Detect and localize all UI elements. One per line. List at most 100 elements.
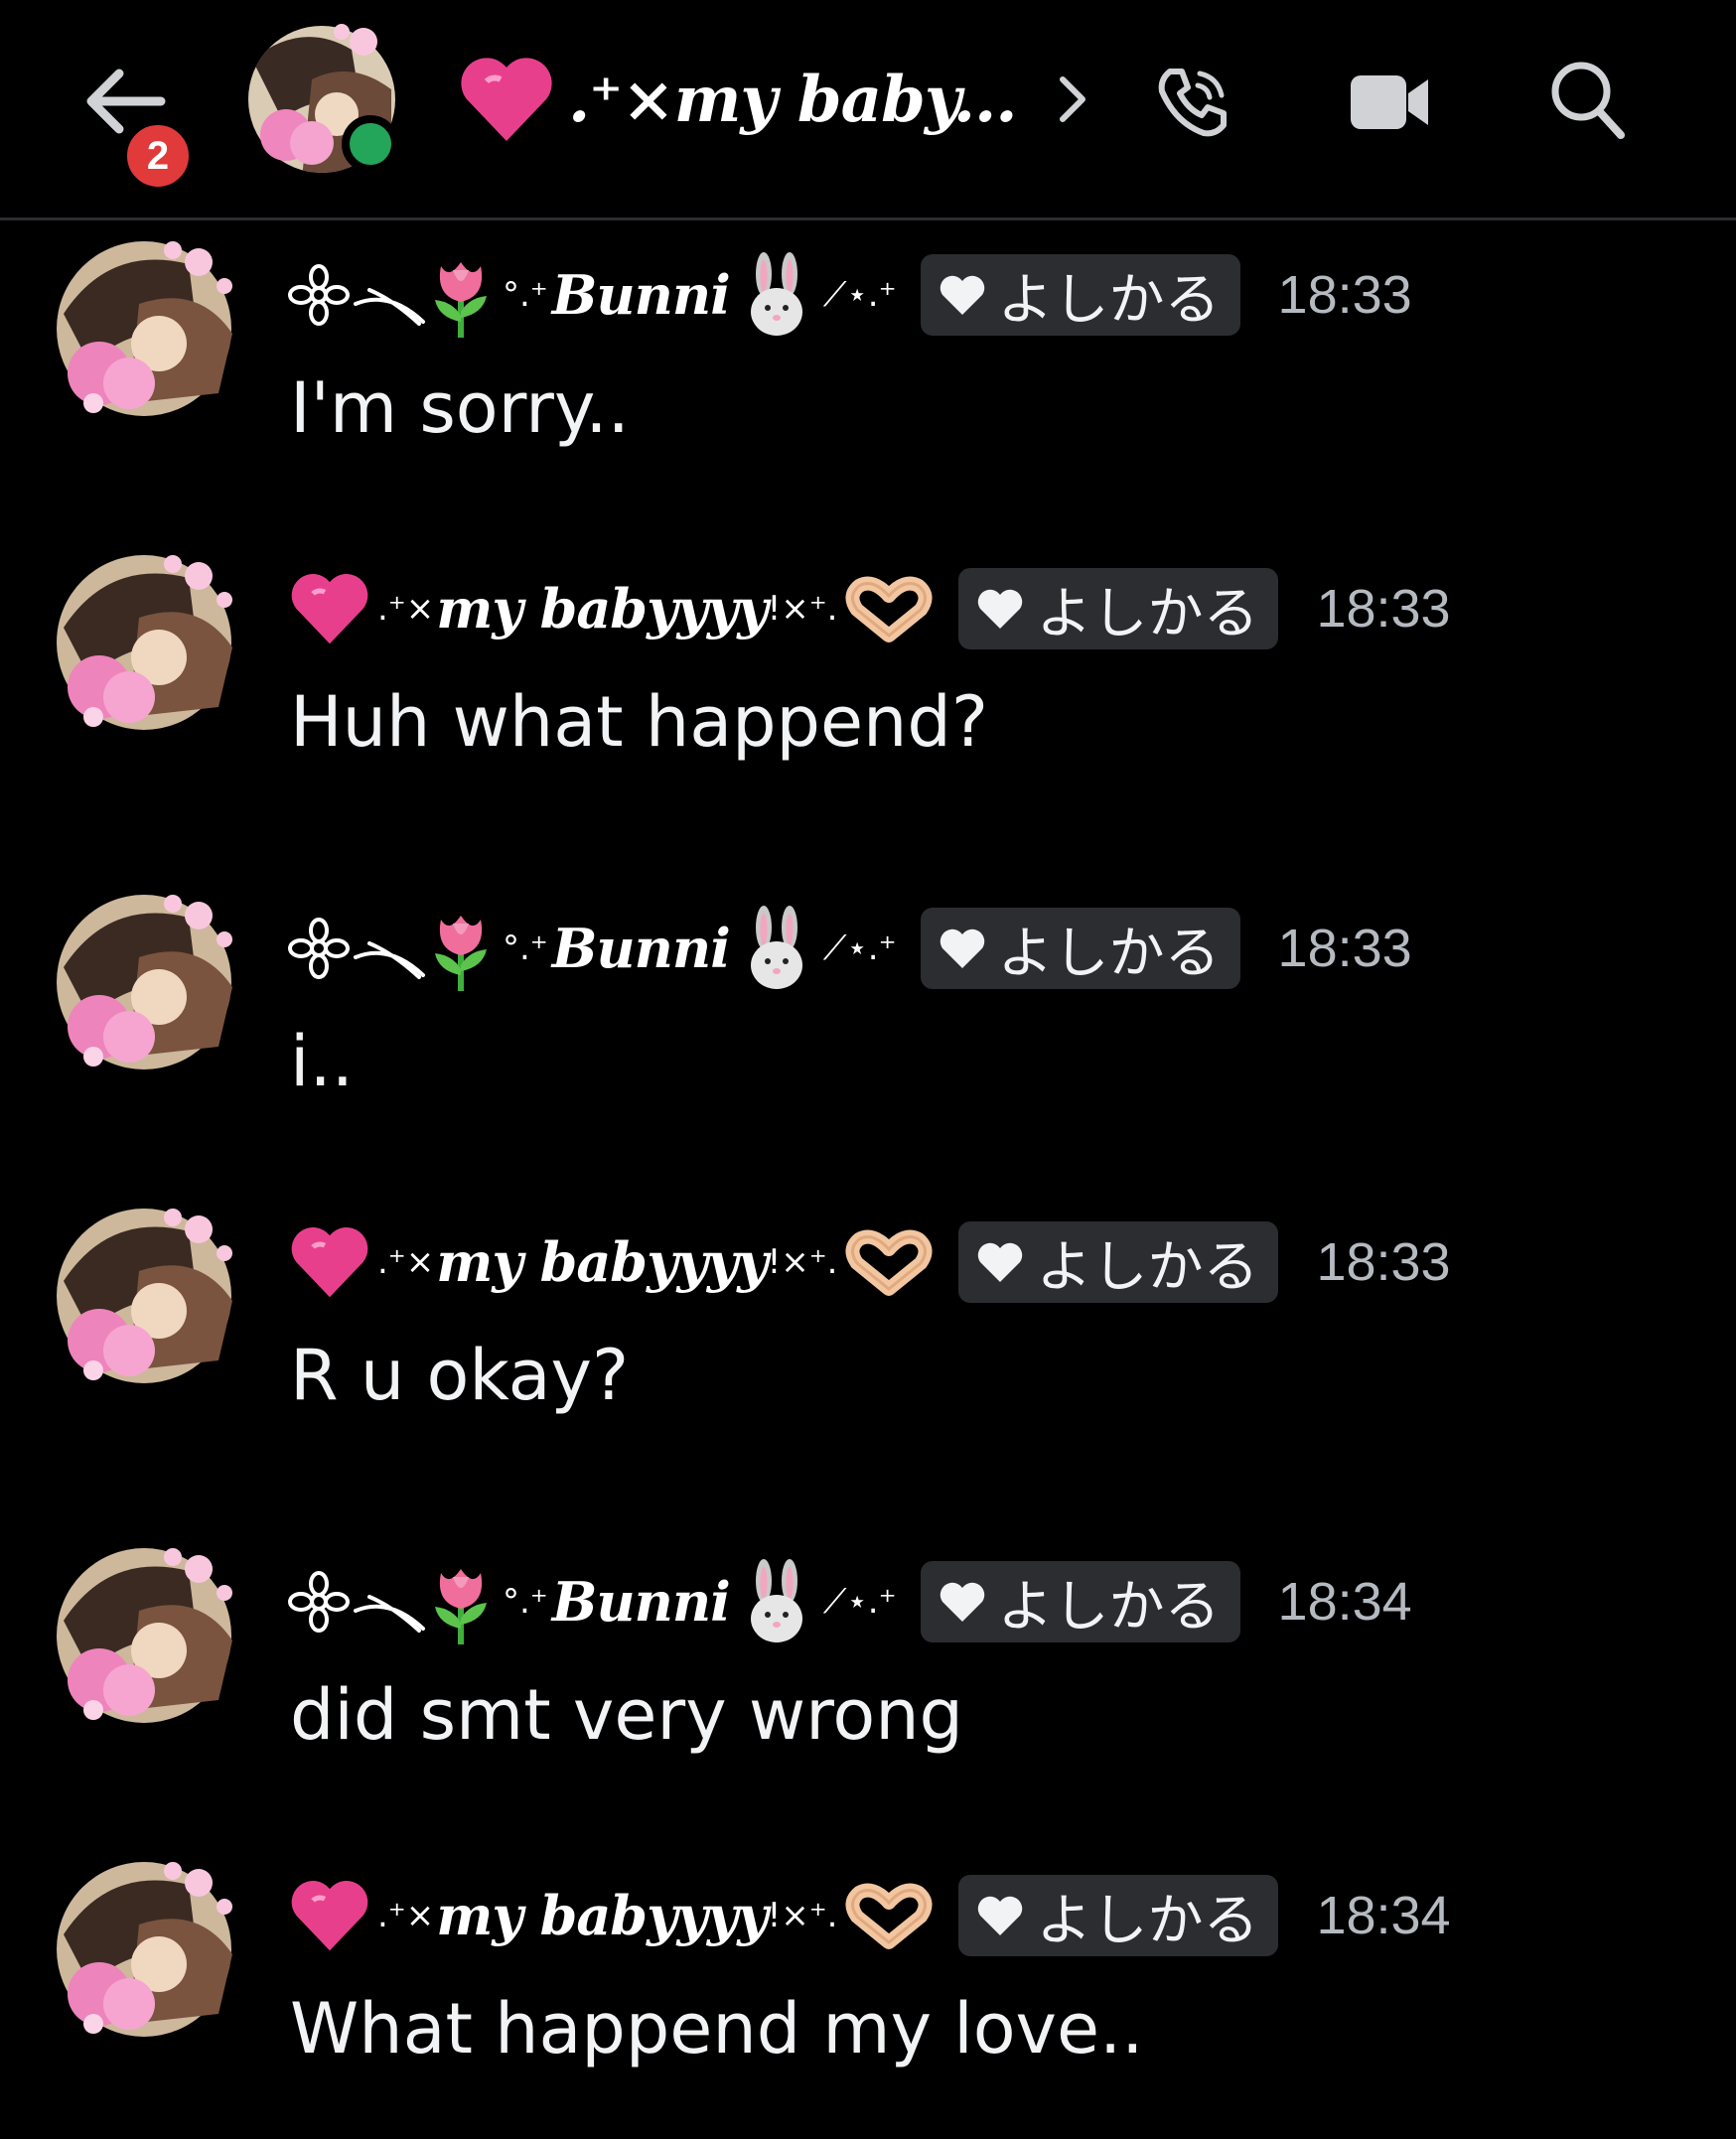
username[interactable]: Bunni — [552, 1570, 731, 1634]
username[interactable]: Bunni — [552, 263, 731, 327]
tulip-icon — [435, 1569, 487, 1644]
message[interactable]: °.⁺ Bunni ⟋⋆.⁺ よしかる 18:33 I'm sorry.. — [0, 220, 1736, 518]
username-suffix: ⟋⋆.⁺ — [730, 906, 897, 991]
username[interactable]: my babyyyy — [436, 1230, 768, 1294]
channel-title[interactable]: .⁺×my baby... — [457, 40, 1092, 159]
sparkle-decoration: °.⁺ — [503, 928, 548, 968]
rabbit-icon — [750, 252, 802, 336]
username-suffix: !×⁺. — [768, 1227, 936, 1297]
sparkle-decoration: !×⁺. — [767, 1242, 838, 1282]
channel-name: .⁺×my baby... — [568, 62, 1018, 137]
heart-hands-icon — [845, 1883, 933, 1949]
tulip-icon — [435, 916, 487, 991]
username-suffix: !×⁺. — [768, 574, 936, 643]
message-header: .⁺× my babyyyy !×⁺. よしかる 18:34 — [288, 1871, 1451, 1960]
white-heart-icon — [940, 928, 984, 968]
avatar[interactable] — [50, 1202, 238, 1390]
server-tag-label: よしかる — [1036, 1234, 1259, 1300]
server-tag[interactable]: よしかる — [920, 908, 1240, 989]
sparkle-decoration: .⁺× — [377, 1242, 435, 1282]
flower-icon — [288, 1571, 350, 1633]
message-header: °.⁺ Bunni ⟋⋆.⁺ よしかる 18:34 — [288, 1557, 1412, 1646]
username-suffix: !×⁺. — [768, 1881, 936, 1950]
timestamp: 18:33 — [1316, 1232, 1451, 1292]
message-text: Huh what happend? — [290, 681, 988, 763]
server-tag[interactable]: よしかる — [920, 1561, 1240, 1642]
timestamp: 18:33 — [1316, 579, 1451, 639]
username[interactable]: my babyyyy — [436, 577, 768, 641]
white-heart-icon — [978, 589, 1023, 629]
wand-decoration: ⟋⋆.⁺ — [822, 928, 897, 968]
username[interactable]: my babyyyy — [436, 1884, 768, 1947]
message[interactable]: .⁺× my babyyyy !×⁺. よしかる 18:34 What happ… — [0, 1841, 1736, 2139]
message[interactable]: °.⁺ Bunni ⟋⋆.⁺ よしかる 18:33 i.. — [0, 874, 1736, 1172]
pink-heart-icon — [461, 58, 552, 141]
pink-heart-icon — [291, 574, 368, 644]
chevron-right-icon — [1059, 76, 1085, 122]
pink-heart-icon — [291, 1881, 368, 1951]
username-decoration: °.⁺ — [288, 906, 552, 991]
message-header: .⁺× my babyyyy !×⁺. よしかる 18:33 — [288, 564, 1451, 653]
avatar[interactable] — [50, 888, 238, 1076]
avatar[interactable] — [50, 234, 238, 423]
username[interactable]: Bunni — [552, 917, 731, 980]
sparkle-decoration: !×⁺. — [767, 589, 838, 629]
message-text: R u okay? — [290, 1335, 630, 1416]
heart-hands-icon — [845, 576, 933, 642]
flower-icon — [288, 918, 350, 979]
phone-icon — [1158, 69, 1227, 137]
online-status-dot — [342, 115, 399, 173]
sparkle-decoration: .⁺× — [377, 1896, 435, 1935]
message-text: did smt very wrong — [290, 1674, 963, 1756]
pink-heart-icon — [291, 1227, 368, 1298]
tulip-icon — [435, 262, 487, 338]
timestamp: 18:34 — [1316, 1886, 1451, 1945]
rabbit-icon — [750, 1559, 802, 1642]
server-tag[interactable]: よしかる — [958, 1221, 1279, 1303]
swoosh-icon — [354, 941, 425, 979]
sparkle-decoration: °.⁺ — [503, 1582, 548, 1622]
search-button[interactable] — [1547, 58, 1627, 141]
white-heart-icon — [940, 275, 984, 315]
white-heart-icon — [940, 1582, 984, 1622]
username-decoration: .⁺× — [288, 570, 436, 647]
message-list: °.⁺ Bunni ⟋⋆.⁺ よしかる 18:33 I'm sorry.. .⁺… — [0, 220, 1736, 2113]
username-suffix: ⟋⋆.⁺ — [730, 252, 897, 338]
server-tag-label: よしかる — [997, 267, 1221, 333]
message-text: What happend my love.. — [290, 1988, 1144, 2069]
wand-decoration: ⟋⋆.⁺ — [822, 275, 897, 315]
username-decoration: .⁺× — [288, 1223, 436, 1301]
swoosh-icon — [354, 288, 425, 326]
username-decoration: °.⁺ — [288, 1559, 552, 1644]
swoosh-icon — [354, 1595, 425, 1633]
video-call-button[interactable] — [1349, 70, 1432, 135]
server-tag[interactable]: よしかる — [920, 254, 1240, 336]
username-suffix: ⟋⋆.⁺ — [730, 1559, 897, 1644]
message-text: I'm sorry.. — [290, 367, 630, 449]
server-tag[interactable]: よしかる — [958, 568, 1279, 649]
unread-badge: 2 — [121, 119, 195, 193]
timestamp: 18:33 — [1277, 265, 1412, 325]
white-heart-icon — [978, 1896, 1023, 1935]
wand-decoration: ⟋⋆.⁺ — [822, 1582, 897, 1622]
server-tag[interactable]: よしかる — [958, 1875, 1279, 1956]
message[interactable]: .⁺× my babyyyy !×⁺. よしかる 18:33 R u okay? — [0, 1188, 1736, 1486]
message[interactable]: .⁺× my babyyyy !×⁺. よしかる 18:33 Huh what … — [0, 534, 1736, 832]
server-tag-label: よしかる — [1036, 1888, 1259, 1953]
sparkle-decoration: .⁺× — [377, 589, 435, 629]
search-icon — [1551, 62, 1625, 139]
avatar[interactable] — [50, 1541, 238, 1730]
dm-header: 2 .⁺×my baby... — [0, 0, 1736, 220]
timestamp: 18:33 — [1277, 919, 1412, 978]
message-header: .⁺× my babyyyy !×⁺. よしかる 18:33 — [288, 1217, 1451, 1307]
username-decoration: .⁺× — [288, 1877, 436, 1954]
message-header: °.⁺ Bunni ⟋⋆.⁺ よしかる 18:33 — [288, 904, 1412, 993]
heart-hands-icon — [845, 1229, 933, 1296]
avatar[interactable] — [50, 1855, 238, 2044]
server-tag-label: よしかる — [1036, 581, 1259, 646]
rabbit-icon — [750, 906, 802, 989]
avatar[interactable] — [50, 548, 238, 737]
sparkle-decoration: !×⁺. — [767, 1896, 838, 1935]
voice-call-button[interactable] — [1152, 62, 1231, 141]
message[interactable]: °.⁺ Bunni ⟋⋆.⁺ よしかる 18:34 did smt very w… — [0, 1527, 1736, 1825]
